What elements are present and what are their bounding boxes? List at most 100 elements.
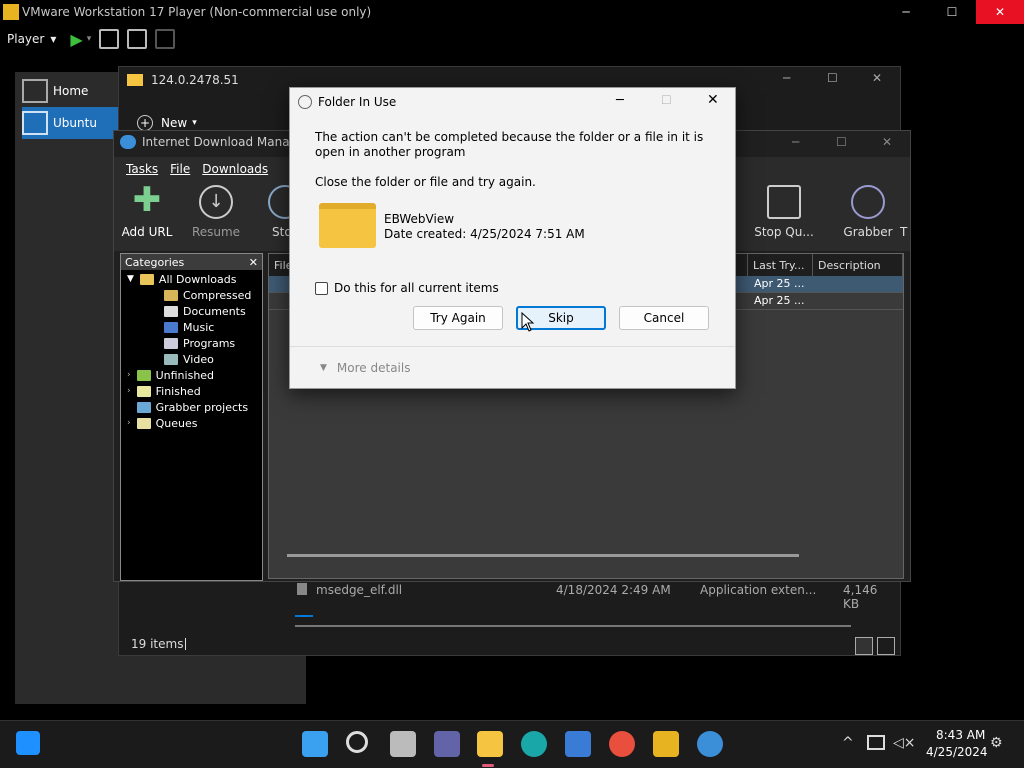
chrome-icon[interactable] xyxy=(609,731,635,757)
plus-icon: ✚ xyxy=(132,180,162,220)
tree-item-finished[interactable]: › Finished xyxy=(127,383,201,399)
more-details-label: More details xyxy=(336,361,411,375)
stop-button[interactable]: Sto xyxy=(252,185,302,239)
tree-item-music[interactable]: Music xyxy=(164,319,214,335)
tree-item-programs[interactable]: Programs xyxy=(164,335,235,351)
column-description[interactable]: Description xyxy=(813,254,903,276)
all-items-checkbox-row[interactable]: Do this for all current items xyxy=(315,281,499,295)
file-explorer-icon[interactable] xyxy=(477,731,503,757)
expand-icon[interactable]: ▼ xyxy=(127,274,134,284)
network-icon[interactable] xyxy=(867,735,885,750)
minimize-icon[interactable]: ─ xyxy=(792,135,799,149)
cancel-button[interactable]: Cancel xyxy=(619,306,709,330)
home-icon xyxy=(22,79,48,103)
fullscreen-icon[interactable] xyxy=(127,29,148,49)
minimize-icon[interactable]: ─ xyxy=(883,0,929,24)
more-details-toggle[interactable]: ▼ More details xyxy=(320,361,410,375)
expand-icon[interactable]: › xyxy=(127,370,131,380)
chevron-down-icon: ▼ xyxy=(320,363,327,373)
new-button[interactable]: + New ▾ xyxy=(137,115,197,131)
program-icon xyxy=(164,337,178,349)
library-item-ubuntu[interactable]: Ubuntu xyxy=(22,107,125,139)
start-icon[interactable] xyxy=(302,731,328,757)
horizontal-scrollbar[interactable] xyxy=(295,625,851,627)
video-icon xyxy=(164,353,178,365)
item-date: Date created: 4/25/2024 7:51 AM xyxy=(384,227,585,241)
folder-icon xyxy=(319,203,376,248)
menu-downloads[interactable]: Downloads xyxy=(202,162,268,176)
stop-queue-button[interactable]: Stop Qu... xyxy=(754,185,814,239)
clock-time[interactable]: 8:43 AM xyxy=(936,728,985,742)
close-icon[interactable]: ✕ xyxy=(882,135,892,149)
details-view-icon[interactable] xyxy=(855,637,873,655)
tree-label: Compressed xyxy=(183,288,252,302)
player-menu[interactable]: Player xyxy=(7,32,44,46)
idm-icon[interactable] xyxy=(697,731,723,757)
close-icon[interactable]: ✕ xyxy=(707,92,719,108)
volume-muted-icon[interactable]: ◁× xyxy=(893,735,916,751)
task-view-icon[interactable] xyxy=(390,731,416,757)
tree-item-video[interactable]: Video xyxy=(164,351,214,367)
file-size: 4,146 KB xyxy=(843,583,878,611)
progress-indicator xyxy=(295,615,313,617)
tree-item-queues[interactable]: › Queues xyxy=(127,415,197,431)
chevron-down-icon[interactable]: ▾ xyxy=(87,34,92,44)
truncated-tool[interactable]: T xyxy=(900,185,912,239)
send-ctrl-alt-del-icon[interactable] xyxy=(99,29,120,49)
maximize-icon[interactable]: ☐ xyxy=(836,135,847,149)
tree-item-all-downloads[interactable]: ▼ All Downloads xyxy=(127,271,236,287)
checkbox[interactable] xyxy=(315,281,328,295)
teams-icon[interactable] xyxy=(434,731,460,757)
horizontal-scrollbar[interactable] xyxy=(287,554,799,557)
file-icon xyxy=(297,583,307,595)
menu-tasks[interactable]: Tasks xyxy=(126,162,158,176)
grabber-button[interactable]: Grabber xyxy=(838,185,898,239)
tree-item-unfinished[interactable]: › Unfinished xyxy=(127,367,214,383)
menu-file[interactable]: File xyxy=(170,162,190,176)
maximize-icon[interactable]: ☐ xyxy=(929,0,975,24)
expand-icon[interactable]: › xyxy=(127,418,131,428)
store-icon[interactable] xyxy=(565,731,591,757)
download-arrow-icon: ↓ xyxy=(199,185,233,219)
taskbar: ^ ◁× 8:43 AM 4/25/2024 ⚙ xyxy=(0,720,1024,768)
minimize-icon[interactable]: ─ xyxy=(783,71,790,85)
file-date: 4/18/2024 2:49 AM xyxy=(556,583,671,597)
close-icon[interactable]: ✕ xyxy=(976,0,1024,24)
file-type: Application exten... xyxy=(700,583,817,597)
dialog-message: The action can't be completed because th… xyxy=(315,130,704,159)
grabber-icon xyxy=(136,401,151,413)
unity-icon[interactable] xyxy=(155,29,176,49)
edge-icon[interactable] xyxy=(521,731,547,757)
library-item-home[interactable]: Home xyxy=(22,75,125,107)
add-url-button[interactable]: ✚ Add URL xyxy=(117,180,177,239)
folder-in-use-dialog: Folder In Use ─ ☐ ✕ The action can't be … xyxy=(289,87,736,389)
tree-item-grabber-projects[interactable]: › Grabber projects xyxy=(127,399,248,415)
tree-label: Video xyxy=(183,352,214,366)
maximize-icon[interactable]: ☐ xyxy=(827,71,838,85)
new-label: New xyxy=(161,116,188,130)
vmware-icon[interactable] xyxy=(653,731,679,757)
dialog-instruction: Close the folder or file and try again. xyxy=(315,175,536,189)
expand-icon[interactable]: › xyxy=(127,386,131,396)
library-item-label: Ubuntu xyxy=(53,116,97,130)
widgets-icon[interactable] xyxy=(16,731,40,755)
column-last-try[interactable]: Last Try... xyxy=(748,254,813,276)
archive-icon xyxy=(164,289,178,301)
close-icon[interactable]: ✕ xyxy=(872,71,882,85)
tree-item-compressed[interactable]: Compressed xyxy=(164,287,251,303)
grabber-icon xyxy=(851,185,885,219)
notifications-icon[interactable]: ⚙ xyxy=(990,735,1003,751)
last-try-cell: Apr 25 ... xyxy=(754,294,805,307)
tiles-view-icon[interactable] xyxy=(877,637,895,655)
chevron-down-icon[interactable]: ▾ xyxy=(50,32,56,46)
search-icon[interactable] xyxy=(346,731,368,753)
close-icon[interactable]: ✕ xyxy=(249,256,258,269)
clock-date[interactable]: 4/25/2024 xyxy=(926,745,988,759)
table-row[interactable]: msedge_elf.dll 4/18/2024 2:49 AM Applica… xyxy=(297,583,897,611)
play-icon[interactable]: ▶ xyxy=(70,30,82,49)
minimize-icon[interactable]: ─ xyxy=(616,93,624,108)
tree-item-documents[interactable]: Documents xyxy=(164,303,246,319)
try-again-button[interactable]: Try Again xyxy=(413,306,503,330)
chevron-up-icon[interactable]: ^ xyxy=(842,735,854,751)
resume-button[interactable]: ↓ Resume xyxy=(186,185,246,239)
